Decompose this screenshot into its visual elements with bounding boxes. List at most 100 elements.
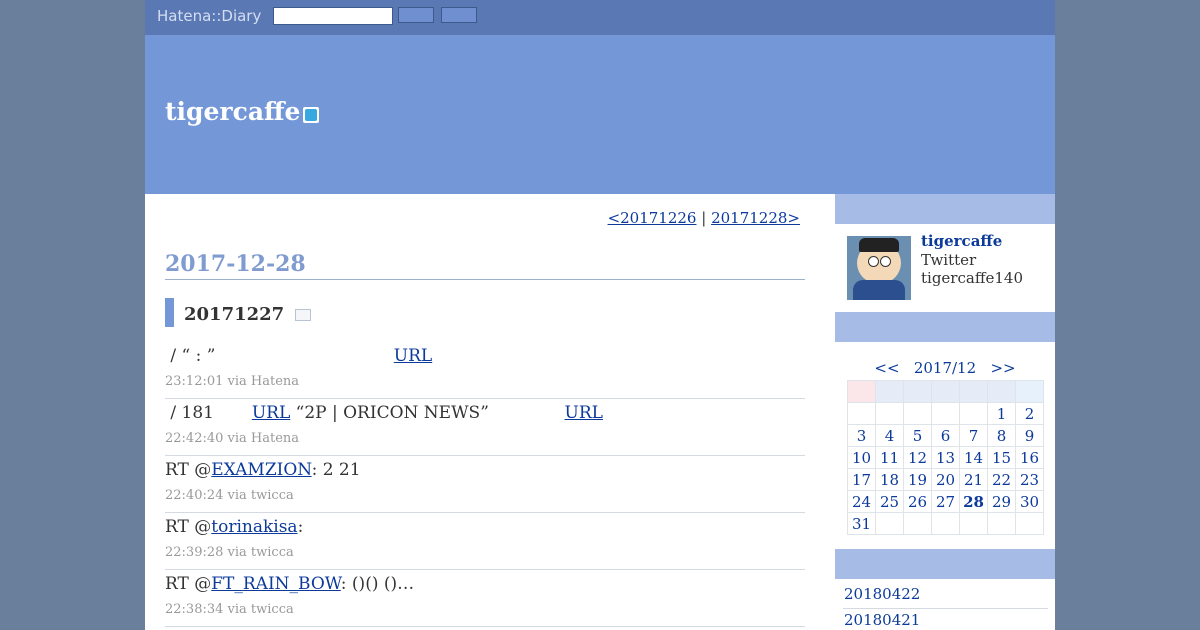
entry-timestamp: 23:12:01 via Hatena (165, 374, 300, 389)
calendar-day[interactable]: 4 (875, 424, 904, 447)
calendar-day[interactable]: 10 (847, 446, 876, 469)
entry-link[interactable]: FT_RAIN_BOW (211, 574, 341, 594)
calendar-day[interactable]: 3 (847, 424, 876, 447)
calendar-day[interactable]: 16 (1015, 446, 1044, 469)
sidebar-header-calendar (835, 312, 1055, 342)
archive-item-label[interactable]: 20180422 (844, 585, 920, 603)
calendar-day[interactable]: 24 (847, 490, 876, 513)
section-title[interactable]: 20171227 (184, 304, 284, 325)
calendar-month[interactable]: 2017/12 (914, 359, 976, 377)
search-button[interactable] (398, 7, 434, 23)
calendar-day[interactable]: 14 (959, 446, 988, 469)
calendar-day[interactable]: 5 (903, 424, 932, 447)
profile-name[interactable]: tigercaffe (921, 232, 1002, 250)
entry-timestamp: 22:38:34 via twicca (165, 602, 294, 617)
blog-banner: tigercaffe (145, 35, 1055, 194)
calendar-day[interactable]: 6 (931, 424, 960, 447)
calendar-day[interactable]: 1 (987, 402, 1016, 425)
profile-line-2: tigercaffe140 (921, 269, 1023, 287)
section-header: 20171227 (165, 298, 805, 328)
archive-item[interactable]: 20180421 (843, 608, 1048, 630)
profile-description: Twitter tigercaffe140 (921, 251, 1023, 287)
entry-link[interactable]: EXAMZION (211, 460, 311, 480)
calendar-day[interactable]: 7 (959, 424, 988, 447)
calendar-day[interactable]: 30 (1015, 490, 1044, 513)
calendar-day[interactable]: 27 (931, 490, 960, 513)
diary-search-button[interactable] (441, 7, 477, 23)
calendar-empty-cell (987, 512, 1016, 535)
sidebar-header-profile (835, 194, 1055, 224)
entry-text-segment: / 181 (165, 403, 252, 423)
entry-timestamp: 22:40:24 via twicca (165, 488, 294, 503)
entry-item: / “ : ” URL 23:12:01 via Hatena (165, 341, 805, 399)
calendar-empty-cell (1015, 512, 1044, 535)
calendar-day[interactable]: 29 (987, 490, 1016, 513)
calendar-day[interactable]: 21 (959, 468, 988, 491)
calendar-day[interactable]: 8 (987, 424, 1016, 447)
calendar-day[interactable]: 23 (1015, 468, 1044, 491)
calendar-empty-cell (903, 402, 932, 425)
main-content: <20171226 | 20171228> 2017-12-28 2017122… (165, 194, 805, 630)
entry-text: / “ : ” URL (165, 346, 432, 366)
calendar-day[interactable]: 12 (903, 446, 932, 469)
calendar-day[interactable]: 11 (875, 446, 904, 469)
entry-link[interactable]: URL (565, 403, 603, 423)
avatar[interactable] (847, 236, 911, 300)
calendar-week-row: 12 (847, 402, 1044, 425)
calendar-empty-cell (903, 512, 932, 535)
image-icon[interactable] (295, 309, 311, 321)
calendar-week-row: 24 25 26 27 28 29 30 (847, 490, 1044, 513)
blog-title[interactable]: tigercaffe (165, 97, 300, 126)
hatena-diary-logo[interactable]: Hatena::Diary (157, 7, 261, 25)
entry-text-segment: / “ : ” (165, 346, 394, 366)
calendar-day[interactable]: 19 (903, 468, 932, 491)
calendar-week-row: 31 (847, 512, 1044, 535)
calendar-weekday-cell (931, 380, 960, 403)
entry-link[interactable]: torinakisa (211, 517, 297, 537)
day-pager: <20171226 | 20171228> (608, 209, 800, 227)
calendar-nav: << 2017/12 >> (835, 359, 1055, 377)
calendar-day[interactable]: 25 (875, 490, 904, 513)
calendar-day[interactable]: 26 (903, 490, 932, 513)
calendar-weekday-cell (903, 380, 932, 403)
archive-item[interactable]: 20180422 (843, 582, 1048, 609)
entry-link[interactable]: URL (394, 346, 432, 366)
archive-item-label[interactable]: 20180421 (844, 611, 920, 629)
search-input[interactable] (273, 7, 393, 25)
entry-text-segment: RT @ (165, 517, 212, 537)
calendar-empty-cell (875, 512, 904, 535)
next-day-link[interactable]: 20171228> (711, 209, 800, 227)
calendar-day[interactable]: 15 (987, 446, 1016, 469)
calendar-day[interactable]: 9 (1015, 424, 1044, 447)
sidebar-header-archive (835, 549, 1055, 579)
entry-item: RT @torinakisa: 22:39:28 via twicca (165, 512, 805, 570)
entry-text-segment: : (297, 517, 304, 537)
calendar-empty-cell (931, 402, 960, 425)
entry-text-segment: “2P | ORICON NEWS” (290, 403, 565, 423)
calendar-day[interactable]: 22 (987, 468, 1016, 491)
calendar-weekday-cell (959, 380, 988, 403)
pager-separator: | (696, 209, 712, 227)
calendar-day[interactable]: 31 (847, 512, 876, 535)
calendar-day[interactable]: 28 (959, 490, 988, 513)
entry-date[interactable]: 2017-12-28 (165, 251, 805, 280)
twitter-icon[interactable] (303, 107, 319, 123)
calendar-day[interactable]: 20 (931, 468, 960, 491)
entry-text: RT @torinakisa: (165, 517, 303, 537)
calendar-next-link[interactable]: >> (990, 359, 1015, 377)
calendar-prev-link[interactable]: << (874, 359, 899, 377)
entry-text-segment: : ()() ()… (340, 574, 415, 594)
calendar-day[interactable]: 17 (847, 468, 876, 491)
calendar-day[interactable]: 2 (1015, 402, 1044, 425)
calendar-weekday-cell (987, 380, 1016, 403)
prev-day-link[interactable]: <20171226 (608, 209, 697, 227)
page: Hatena::Diary tigercaffe <20171226 | 201… (145, 0, 1055, 630)
calendar-day[interactable]: 18 (875, 468, 904, 491)
entry-link[interactable]: URL (252, 403, 290, 423)
calendar-table: 1 2 3 4 5 6 7 8 9 10 11 12 13 14 15 16 17 18 19 20 21 22 23 24 2… (847, 380, 1044, 535)
calendar-empty-cell (959, 402, 988, 425)
entry-item: / 181 URL “2P | ORICON NEWS” URL 22:42:40… (165, 398, 805, 456)
top-bar: Hatena::Diary (145, 0, 1055, 35)
calendar-weekday-row (847, 380, 1044, 403)
calendar-day[interactable]: 13 (931, 446, 960, 469)
